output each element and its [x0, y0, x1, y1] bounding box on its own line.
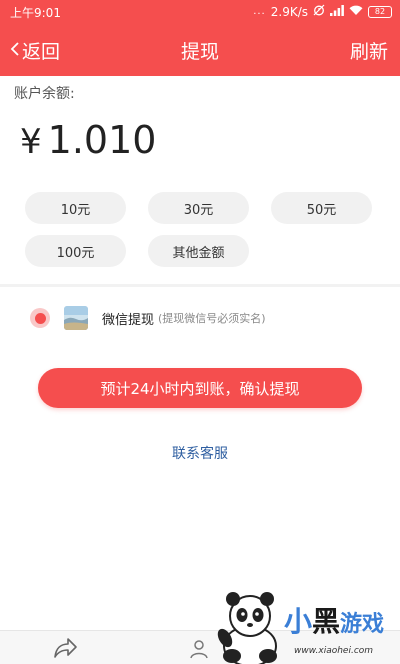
share-icon[interactable] — [52, 637, 78, 663]
watermark-brand-part2: 黑 — [312, 605, 341, 638]
watermark-url: www.xiaohei.com — [294, 646, 374, 656]
site-watermark: 小黑游戏 www.xiaohei.com — [200, 588, 400, 664]
alarm-icon — [313, 4, 325, 19]
wechat-thumbnail — [64, 306, 88, 330]
radio-selected[interactable] — [30, 308, 50, 328]
amount-option-other[interactable]: 其他金额 — [148, 235, 249, 267]
amount-option-100[interactable]: 100元 — [25, 235, 126, 267]
status-time: 上午9:01 — [10, 6, 61, 20]
status-indicators: ... 2.9K/s 82 — [253, 4, 392, 19]
wifi-icon — [349, 5, 363, 19]
confirm-withdraw-button[interactable]: 预计24小时内到账，确认提现 — [38, 368, 362, 408]
section-divider — [0, 284, 400, 287]
balance-amount: ¥ 1.010 — [20, 118, 156, 162]
nav-bar: 返回 提现 刷新 — [0, 24, 400, 76]
amount-option-50[interactable]: 50元 — [271, 192, 372, 224]
battery-icon: 82 — [368, 5, 392, 18]
refresh-button[interactable]: 刷新 — [350, 37, 388, 64]
watermark-brand-part1: 小 — [284, 605, 313, 638]
payment-method-note: (提现微信号必须实名) — [158, 312, 266, 325]
signal-icon — [330, 4, 344, 19]
amount-option-10[interactable]: 10元 — [25, 192, 126, 224]
payment-method-title: 微信提现 — [102, 312, 155, 328]
page-title: 提现 — [180, 41, 219, 63]
payment-method-wechat[interactable]: 微信提现 (提现微信号必须实名) — [30, 304, 266, 332]
status-bar: 上午9:01 ... 2.9K/s 82 — [0, 0, 400, 24]
amount-option-30[interactable]: 30元 — [148, 192, 249, 224]
watermark-brand: 小黑游戏 — [284, 600, 384, 640]
panda-mascot-icon — [210, 590, 288, 664]
network-speed: 2.9K/s — [270, 4, 308, 19]
contact-support-link[interactable]: 联系客服 — [0, 443, 400, 463]
balance-label: 账户余额: — [14, 86, 75, 102]
currency-symbol: ¥ — [20, 122, 42, 162]
status-dots: ... — [253, 6, 266, 17]
balance-value: 1.010 — [47, 118, 157, 162]
watermark-brand-part3: 游戏 — [340, 612, 385, 637]
